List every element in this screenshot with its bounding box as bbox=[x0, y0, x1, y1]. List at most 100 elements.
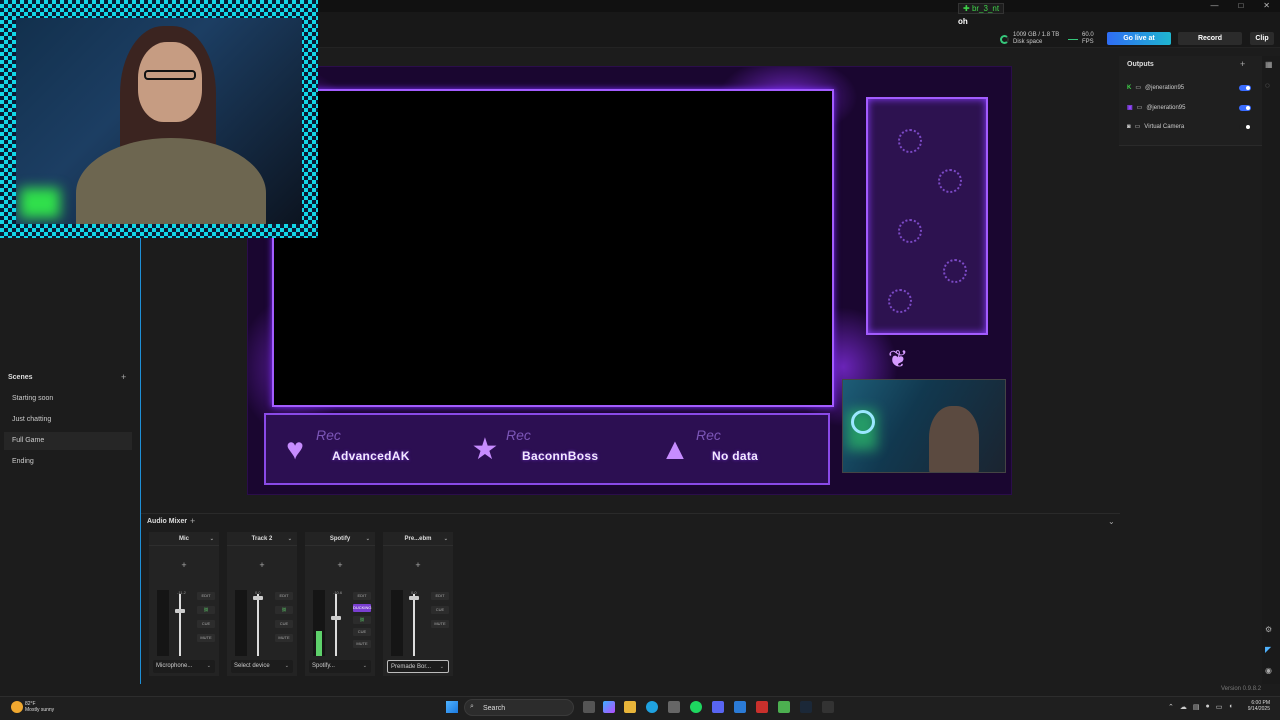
track-edit-button[interactable]: EDIT bbox=[275, 592, 293, 600]
add-filter-button[interactable]: + bbox=[149, 552, 219, 578]
track-name: Spotify bbox=[329, 536, 351, 542]
fps-indicator: 60.0 FPS bbox=[1068, 32, 1094, 46]
add-filter-button[interactable]: + bbox=[383, 552, 453, 578]
minimize-button[interactable]: — bbox=[1210, 0, 1218, 12]
add-audio-track-button[interactable]: + bbox=[190, 516, 195, 526]
track-mute-button[interactable]: MUTE bbox=[197, 634, 215, 642]
sun-icon[interactable] bbox=[11, 701, 23, 713]
track-ducking-button[interactable]: DUCKING bbox=[353, 604, 371, 612]
outputs-title: Outputs bbox=[1127, 61, 1154, 68]
close-button[interactable]: ✕ bbox=[1263, 0, 1270, 12]
track-cue-button[interactable]: CUE bbox=[353, 628, 371, 636]
chevron-up-icon[interactable]: ⌃ bbox=[1168, 703, 1174, 711]
layout-icon[interactable]: ▦ bbox=[1265, 60, 1273, 69]
track-cue-button[interactable]: CUE bbox=[197, 620, 215, 628]
overlay-slot: ♥ Rec AdvancedAK bbox=[272, 425, 442, 477]
volume-fader-handle[interactable] bbox=[331, 616, 341, 620]
track-name-dropdown[interactable]: Pre...ebm ⌄ bbox=[383, 532, 453, 546]
output-row-twitch[interactable]: ▣ ▭ @jeneration95 bbox=[1127, 104, 1185, 112]
outputs-panel bbox=[1119, 56, 1262, 146]
go-live-button[interactable]: Go live at bbox=[1107, 32, 1171, 45]
link-icon[interactable]: ⛓ bbox=[353, 616, 371, 624]
taskbar-search[interactable]: Search bbox=[464, 699, 574, 716]
scene-item[interactable]: Starting soon bbox=[4, 390, 132, 408]
green-light bbox=[20, 188, 60, 218]
volume-fader-handle[interactable] bbox=[175, 609, 185, 613]
volume-fader-handle[interactable] bbox=[253, 596, 263, 600]
volume-fader-handle[interactable] bbox=[409, 596, 419, 600]
output-toggle-twitch[interactable] bbox=[1239, 105, 1251, 111]
windows-start-icon[interactable] bbox=[446, 701, 458, 713]
chat-icon[interactable]: ◌ bbox=[1265, 81, 1270, 90]
webcam-overlay[interactable] bbox=[0, 0, 318, 238]
game-capture-area bbox=[272, 89, 834, 407]
taskbar-clock[interactable]: 6:00 PM 9/14/2025 bbox=[1232, 700, 1270, 712]
volume-fader-track[interactable] bbox=[257, 594, 259, 656]
device-select[interactable]: Premade Bor... ⌄ bbox=[387, 660, 449, 673]
output-row-kick[interactable]: K ▭ @jeneration95 bbox=[1127, 84, 1184, 92]
add-output-button[interactable]: + bbox=[1240, 59, 1245, 69]
overlay-slot: ★ Rec BaconnBoss bbox=[462, 425, 632, 477]
store-icon[interactable] bbox=[668, 701, 680, 713]
account-icon[interactable]: ◉ bbox=[1265, 666, 1272, 675]
steam-icon[interactable] bbox=[800, 701, 812, 713]
link-icon[interactable]: ⛓ bbox=[197, 606, 215, 614]
streaming-app-icon[interactable] bbox=[734, 701, 746, 713]
edge-icon[interactable] bbox=[646, 701, 658, 713]
volume-fader-track[interactable] bbox=[413, 594, 415, 656]
camera-icon: ◙ bbox=[1127, 123, 1131, 130]
track-edit-button[interactable]: EDIT bbox=[197, 592, 215, 600]
network-icon[interactable]: ▤ bbox=[1193, 703, 1200, 711]
track-name: Track 2 bbox=[251, 536, 273, 542]
terminal-icon[interactable] bbox=[822, 701, 834, 713]
brand-icon[interactable]: ◤ bbox=[1265, 645, 1271, 654]
track-edit-button[interactable]: EDIT bbox=[431, 592, 449, 600]
add-scene-button[interactable]: + bbox=[121, 372, 126, 382]
add-filter-button[interactable]: + bbox=[305, 552, 375, 578]
slot-rec-label: Rec bbox=[696, 427, 721, 443]
weather-widget[interactable]: 82°F Mostly sunny bbox=[25, 701, 54, 713]
add-filter-button[interactable]: + bbox=[227, 552, 297, 578]
track-mute-button[interactable]: MUTE bbox=[353, 640, 371, 648]
scene-item[interactable]: Ending bbox=[4, 453, 132, 471]
output-toggle-kick[interactable] bbox=[1239, 85, 1251, 91]
device-select[interactable]: Select device ⌄ bbox=[231, 660, 293, 673]
track-mute-button[interactable]: MUTE bbox=[275, 634, 293, 642]
device-select[interactable]: Microphone... ⌄ bbox=[153, 660, 215, 673]
monitor-icon[interactable]: ▭ bbox=[1216, 703, 1223, 711]
file-explorer-icon[interactable] bbox=[624, 701, 636, 713]
cloud-icon[interactable]: ☁ bbox=[1180, 703, 1187, 711]
stream-preview[interactable]: ❦ ♥ Rec AdvancedAK ★ Rec BaconnBoss ▲ Re… bbox=[247, 66, 1012, 495]
settings-icon[interactable]: ⚙ bbox=[1265, 625, 1272, 634]
scene-item-active[interactable]: Full Game bbox=[4, 432, 132, 450]
track-cue-button[interactable]: CUE bbox=[431, 606, 449, 614]
minecraft-icon[interactable] bbox=[778, 701, 790, 713]
link-icon[interactable]: ⛓ bbox=[275, 606, 293, 614]
game-app-icon[interactable] bbox=[756, 701, 768, 713]
track-mute-button[interactable]: MUTE bbox=[431, 620, 449, 628]
track-cue-button[interactable]: CUE bbox=[275, 620, 293, 628]
streamer-figure bbox=[929, 406, 979, 472]
track-name-dropdown[interactable]: Spotify ⌄ bbox=[305, 532, 375, 546]
spotify-icon[interactable] bbox=[690, 701, 702, 713]
discord-icon[interactable] bbox=[712, 701, 724, 713]
device-select[interactable]: Spotify... ⌄ bbox=[309, 660, 371, 673]
volume-fader-track[interactable] bbox=[179, 594, 181, 656]
maximize-button[interactable]: □ bbox=[1238, 0, 1243, 12]
mic-icon[interactable]: ● bbox=[1206, 703, 1210, 711]
collapse-mixer-icon[interactable]: ⌄ bbox=[1108, 517, 1115, 526]
track-edit-button[interactable]: EDIT bbox=[353, 592, 371, 600]
track-name-dropdown[interactable]: Track 2 ⌄ bbox=[227, 532, 297, 546]
scene-item[interactable]: Just chatting bbox=[4, 411, 132, 429]
clip-button[interactable]: Clip bbox=[1250, 32, 1274, 45]
task-view-icon[interactable] bbox=[583, 701, 595, 713]
heart-icon: ♥ bbox=[286, 433, 304, 466]
record-button[interactable]: Record bbox=[1178, 32, 1242, 45]
system-tray[interactable]: ⌃ ☁ ▤ ● ▭ ◖ bbox=[1168, 703, 1233, 711]
track-name-dropdown[interactable]: Mic ⌄ bbox=[149, 532, 219, 546]
output-row-virtual-camera[interactable]: ◙ ▭ Virtual Camera bbox=[1127, 123, 1184, 131]
output-toggle-virtual-camera[interactable] bbox=[1239, 124, 1251, 130]
copilot-icon[interactable] bbox=[603, 701, 615, 713]
flower-decor bbox=[938, 169, 962, 193]
volume-fader-track[interactable] bbox=[335, 594, 337, 656]
